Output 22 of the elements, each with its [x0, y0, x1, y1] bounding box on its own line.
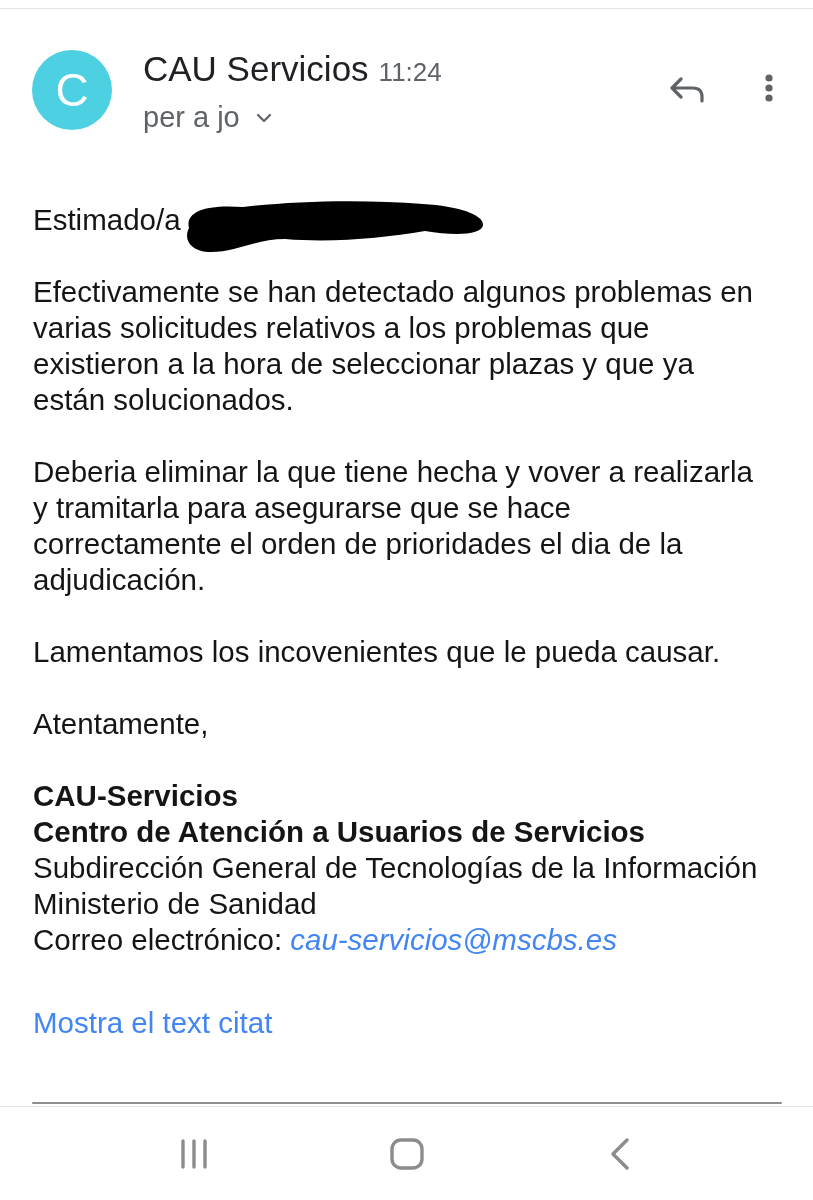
email-link[interactable]: cau-servicios@mscbs.es: [290, 923, 617, 956]
home-icon[interactable]: [389, 1137, 424, 1170]
show-quoted-text-link[interactable]: Mostra el text citat: [33, 1005, 273, 1041]
more-options-icon[interactable]: [765, 74, 773, 102]
reply-icon[interactable]: [669, 77, 705, 103]
recipients-toggle[interactable]: per a jo: [143, 99, 272, 135]
signature-line: Centro de Atención a Usuarios de Servicios: [33, 814, 646, 850]
body-paragraph: Efectivamente se han detectado algunos problemas en varias solicitudes relativos a los problemas que existieron a la hora de seleccionar plazas y que ya están solucionados.: [33, 274, 754, 418]
chevron-down-icon: [255, 113, 272, 123]
sender-name: CAU Servicios: [143, 50, 369, 88]
body-paragraph: Lamentamos los incovenientes que le pueda causar.: [33, 634, 722, 670]
greeting-text: Estimado/a: [33, 202, 181, 238]
signature-line: CAU-Servicios: [33, 778, 238, 814]
avatar: C: [32, 50, 112, 130]
received-time: 11:24: [378, 57, 442, 87]
back-icon[interactable]: [609, 1137, 630, 1170]
body-paragraph: Atentamente,: [33, 706, 210, 742]
recent-apps-icon[interactable]: [179, 1138, 208, 1169]
signature-line: Subdirección General de Tecnologías de la Información: [33, 850, 758, 886]
body-paragraph: Deberia eliminar la que tiene hecha y vover a realizarla y tramitarla para asegurarse que se hace correctamente el orden de prioridades el dia de la adjudicación.: [33, 454, 754, 598]
signature-line: Ministerio de Sanidad: [33, 886, 317, 922]
signature-line: Correo electrónico: cau-servicios@mscbs.es: [33, 922, 617, 958]
